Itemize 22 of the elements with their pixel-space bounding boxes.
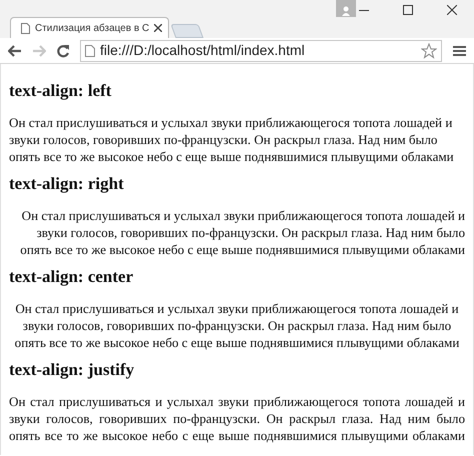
section-heading: text-align: justify [9, 360, 136, 380]
back-arrow-icon [8, 44, 22, 56]
paragraph: Он стал прислушиваться и услыхал звуки приближающегося топота лошадей и звуки голосов, говоривших по-французски. Он раскрыл глаза. Над ним было опять все то же высокое небо с еще выше поднявшимися плывущими облаками [14, 300, 460, 351]
star-icon[interactable] [421, 42, 437, 58]
reload-icon [56, 44, 70, 58]
maximize-icon [403, 5, 413, 15]
paragraph: Он стал прислушиваться и услыхал звуки приближающегося топота лошадей и звуки голосов, говоривших по-французски. Он раскрыл глаза. Над ним было опять все то же высокое небо с еще выше поднявшимися плывущими облаками [9, 393, 465, 444]
section-heading: text-align: right [9, 174, 125, 194]
browser-tab[interactable]: Стилизация абзацев в С [10, 17, 170, 38]
page-icon [21, 22, 30, 34]
page-icon [85, 44, 95, 56]
menu-icon [452, 44, 466, 56]
url-field[interactable]: file:///D:/localhost/html/index.html [100, 40, 416, 61]
close-tab-icon[interactable] [154, 24, 162, 32]
paragraph: Он стал прислушиваться и услыхал звуки приближающегося топота лошадей и звуки голосов, говоривших по-французски. Он раскрыл глаза. Над ним было опять все то же высокое небо с еще выше поднявшимися плывущими облаками [9, 114, 455, 165]
section-heading: text-align: center [9, 267, 134, 287]
tab-title: Стилизация абзацев в С [35, 22, 150, 36]
forward-arrow-icon [32, 44, 46, 56]
paragraph: Он стал прислушиваться и услыхал звуки приближающегося топота лошадей и звуки голосов, говоривших по-французски. Он раскрыл глаза. Над ним было опять все то же высокое небо с еще выше поднявшимися плывущими облаками [19, 207, 465, 258]
address-bar[interactable]: file:///D:/localhost/html/index.html [80, 40, 442, 62]
close-icon [447, 5, 457, 15]
section-heading: text-align: left [9, 81, 112, 101]
